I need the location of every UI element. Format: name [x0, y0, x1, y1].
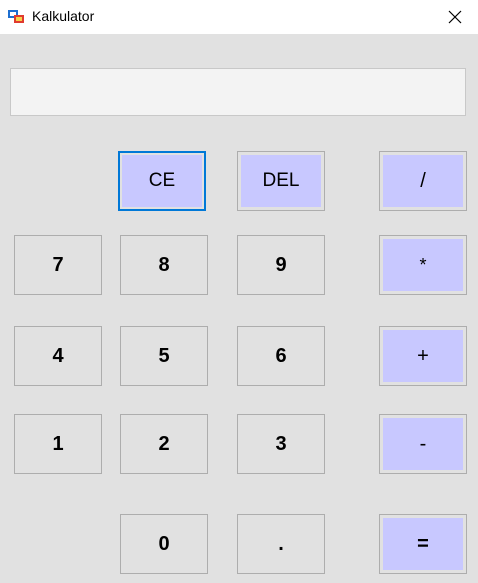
six-button[interactable]: 6: [237, 326, 325, 386]
equals-button[interactable]: =: [379, 514, 467, 574]
display-field[interactable]: [10, 68, 466, 116]
calculator-body: CE DEL / 7 8 9 * 4 5 6 + 1 2 3 - 0 . =: [0, 34, 478, 583]
app-calculator-icon: [8, 10, 24, 23]
seven-button[interactable]: 7: [14, 235, 102, 295]
close-icon: [448, 10, 462, 24]
eight-button[interactable]: 8: [120, 235, 208, 295]
four-button[interactable]: 4: [14, 326, 102, 386]
close-button[interactable]: [432, 0, 478, 34]
one-button[interactable]: 1: [14, 414, 102, 474]
del-button[interactable]: DEL: [237, 151, 325, 211]
title-bar: Kalkulator: [0, 0, 478, 34]
plus-button[interactable]: +: [379, 326, 467, 386]
divide-button[interactable]: /: [379, 151, 467, 211]
zero-button[interactable]: 0: [120, 514, 208, 574]
ce-button[interactable]: CE: [118, 151, 206, 211]
two-button[interactable]: 2: [120, 414, 208, 474]
multiply-button[interactable]: *: [379, 235, 467, 295]
three-button[interactable]: 3: [237, 414, 325, 474]
decimal-point-button[interactable]: .: [237, 514, 325, 574]
nine-button[interactable]: 9: [237, 235, 325, 295]
window-title: Kalkulator: [32, 8, 95, 24]
five-button[interactable]: 5: [120, 326, 208, 386]
minus-button[interactable]: -: [379, 414, 467, 474]
